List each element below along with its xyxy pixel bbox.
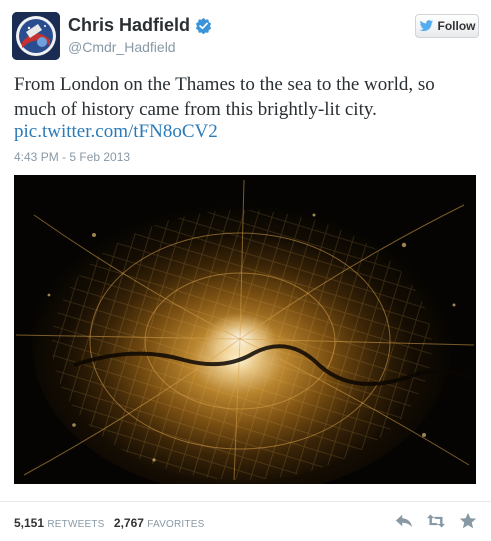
star-icon[interactable] bbox=[459, 512, 477, 530]
display-name[interactable]: Chris Hadfield bbox=[68, 14, 190, 36]
retweet-icon[interactable] bbox=[427, 512, 445, 530]
tweet-header: Chris Hadfield @Cmdr_Hadfield Follow bbox=[12, 12, 479, 64]
user-handle[interactable]: @Cmdr_Hadfield bbox=[68, 37, 212, 57]
footer-divider bbox=[0, 501, 491, 502]
verified-badge-icon bbox=[195, 17, 212, 34]
tweet-text: From London on the Thames to the sea to … bbox=[14, 74, 435, 120]
reply-icon[interactable] bbox=[395, 512, 413, 530]
follow-label: Follow bbox=[437, 19, 476, 33]
name-block: Chris Hadfield @Cmdr_Hadfield bbox=[68, 14, 212, 57]
favorites-label[interactable]: FAVORITES bbox=[147, 519, 204, 530]
tweet-photo[interactable] bbox=[14, 175, 476, 484]
tweet-stats: 5,151 RETWEETS 2,767 FAVORITES bbox=[14, 516, 210, 530]
tweet-actions bbox=[395, 512, 477, 530]
twitter-bird-icon bbox=[419, 20, 433, 32]
display-name-row[interactable]: Chris Hadfield bbox=[68, 14, 212, 36]
retweets-label[interactable]: RETWEETS bbox=[47, 519, 104, 530]
tweet-timestamp[interactable]: 4:43 PM - 5 Feb 2013 bbox=[14, 150, 130, 164]
follow-button[interactable]: Follow bbox=[415, 14, 479, 38]
retweets-count[interactable]: 5,151 bbox=[14, 516, 44, 530]
tweet-photo-link[interactable]: pic.twitter.com/tFN8oCV2 bbox=[14, 121, 218, 143]
london-night-photo bbox=[14, 175, 476, 484]
favorites-count[interactable]: 2,767 bbox=[114, 516, 144, 530]
avatar[interactable] bbox=[12, 12, 60, 60]
tweet-card: Chris Hadfield @Cmdr_Hadfield Follow Fro… bbox=[0, 0, 491, 541]
